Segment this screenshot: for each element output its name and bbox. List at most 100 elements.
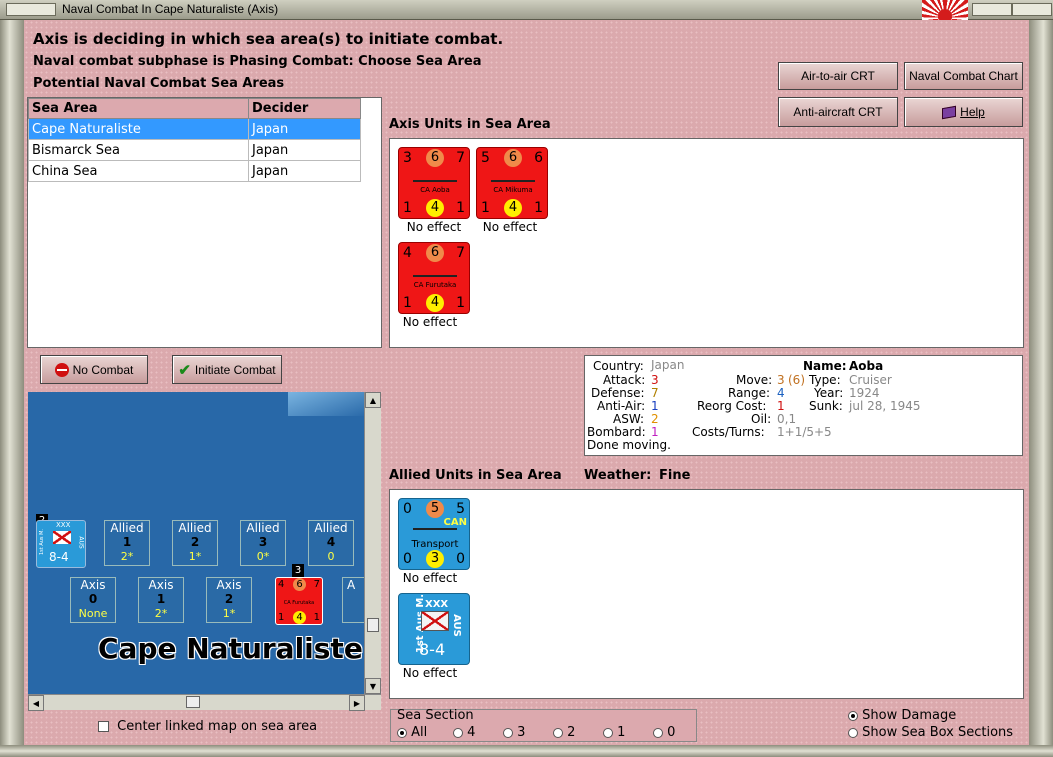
move-label: Move: xyxy=(736,373,773,387)
sea-box-allied-1[interactable]: Allied 1 2* xyxy=(104,520,150,566)
show-damage-option[interactable]: Show Damage xyxy=(848,708,956,723)
infantry-symbol-icon xyxy=(421,611,449,631)
counter-range: 3 xyxy=(426,550,444,568)
section-option-0[interactable]: 0 xyxy=(653,725,693,740)
map-horizontal-scrollbar[interactable]: ◀ ▶ xyxy=(28,694,381,711)
scroll-thumb[interactable] xyxy=(186,696,200,708)
unit-size: XXX xyxy=(425,599,449,610)
book-icon xyxy=(942,105,957,119)
section-option-all[interactable]: All xyxy=(397,725,453,740)
section-option-3[interactable]: 3 xyxy=(503,725,553,740)
minimize-button[interactable] xyxy=(972,3,1012,16)
show-sections-option[interactable]: Show Sea Box Sections xyxy=(848,725,1013,740)
mini-combat-strength: 8-4 xyxy=(49,550,69,564)
unit-counter-mikuma[interactable]: 5 6 6 CA Mikuma 1 4 1 xyxy=(476,147,548,219)
counter-range: 4 xyxy=(504,199,522,217)
sea-box-allied-4[interactable]: Allied 4 0 xyxy=(308,520,354,566)
scroll-up-arrow[interactable]: ▲ xyxy=(365,392,381,408)
sea-section-group: Sea Section All 4 3 2 1 0 xyxy=(390,708,697,742)
allied-units-panel: 0 5 5 CAN Transport 0 3 0 No effect 1st … xyxy=(389,489,1024,699)
checkmark-icon: ✔ xyxy=(178,361,191,379)
cell-area: Cape Naturaliste xyxy=(28,118,249,140)
unit-counter-furutaka[interactable]: 4 6 7 CA Furutaka 1 4 1 xyxy=(398,242,470,314)
cruiser-silhouette-icon xyxy=(413,176,457,182)
initiate-combat-button[interactable]: ✔ Initiate Combat xyxy=(172,355,282,384)
table-row[interactable]: Bismarck Sea Japan xyxy=(28,139,361,161)
unit-result: No effect xyxy=(402,315,458,329)
asw-value: 2 xyxy=(651,412,659,426)
section-option-4[interactable]: 4 xyxy=(453,725,503,740)
frame-bottom xyxy=(0,745,1053,757)
counter-asw: 1 xyxy=(456,200,465,216)
scroll-right-arrow[interactable]: ▶ xyxy=(349,695,365,711)
range-label: Range: xyxy=(728,386,771,400)
sea-area-list: Sea Area Decider Cape Naturaliste Japan Bi… xyxy=(27,97,382,348)
center-link-checkbox[interactable] xyxy=(98,721,109,732)
mini-counter-defense: 7 xyxy=(313,579,320,590)
section-option-2[interactable]: 2 xyxy=(553,725,603,740)
scroll-thumb[interactable] xyxy=(367,618,379,632)
range-value: 4 xyxy=(777,386,785,400)
window-title: Naval Combat In Cape Naturaliste (Axis) xyxy=(62,2,279,16)
cell-decider: Japan xyxy=(248,118,361,140)
air-to-air-crt-button[interactable]: Air-to-air CRT xyxy=(778,62,898,90)
naval-combat-chart-button[interactable]: Naval Combat Chart xyxy=(904,62,1023,90)
sea-box-axis-0[interactable]: Axis 0 None xyxy=(70,577,116,623)
axis-units-heading: Axis Units in Sea Area xyxy=(389,117,551,132)
attack-value: 3 xyxy=(651,373,659,387)
sea-box-allied-2[interactable]: Allied 2 1* xyxy=(172,520,218,566)
sea-area-map[interactable]: 2 XXX 1st Aus M. AUS 8-4 Allied12* Allie… xyxy=(28,392,367,694)
naval-chart-label: Naval Combat Chart xyxy=(909,69,1018,83)
counter-name: CA Furutaka xyxy=(413,281,457,289)
bombard-label: Bombard: xyxy=(587,425,646,439)
counter-defense: 5 xyxy=(456,501,465,517)
mini-corps-name: 1st Aus M. xyxy=(39,528,46,556)
column-sea-area[interactable]: Sea Area xyxy=(28,98,249,119)
unit-counter-aoba[interactable]: 3 6 7 CA Aoba 1 4 1 xyxy=(398,147,470,219)
country-label: Country: xyxy=(593,359,644,373)
unit-info-panel: Country: Japan Name: Aoba Attack: 3 Move… xyxy=(584,355,1023,456)
help-label: Help xyxy=(960,105,985,119)
cell-area: China Sea xyxy=(28,160,249,182)
map-vertical-scrollbar[interactable]: ▲ ▼ xyxy=(364,392,381,694)
system-menu-button[interactable] xyxy=(6,3,56,16)
column-decider[interactable]: Decider xyxy=(248,98,361,119)
no-combat-button[interactable]: No Combat xyxy=(40,355,148,384)
table-row[interactable]: Cape Naturaliste Japan xyxy=(28,118,361,140)
show-damage-radio[interactable] xyxy=(848,710,858,721)
cruiser-silhouette-icon xyxy=(413,271,457,277)
scroll-left-arrow[interactable]: ◀ xyxy=(28,695,44,711)
section-option-1[interactable]: 1 xyxy=(603,725,653,740)
map-axis-stack-counter[interactable]: 4 6 7 CA Furutaka 1 4 1 xyxy=(275,577,323,625)
mini-counter-asw: 1 xyxy=(313,612,320,623)
sea-area-name: Cape Naturaliste xyxy=(98,632,363,665)
help-button[interactable]: Help xyxy=(904,97,1023,127)
counter-attack: 5 xyxy=(481,150,490,166)
counter-name: CA Mikuma xyxy=(493,186,533,194)
sea-box-axis-1[interactable]: Axis 1 2* xyxy=(138,577,184,623)
move-extended-value: (6) xyxy=(788,373,805,387)
map-allied-corps-counter[interactable]: XXX 1st Aus M. AUS 8-4 xyxy=(36,520,86,568)
year-value: 1924 xyxy=(849,386,880,400)
reorg-cost-label: Reorg Cost: xyxy=(697,399,767,413)
weather-value: Fine xyxy=(659,468,691,483)
counter-move: 6 xyxy=(426,244,444,262)
mini-nationality-label: AUS xyxy=(77,536,85,549)
bombard-value: 1 xyxy=(651,425,659,439)
counter-move: 6 xyxy=(426,149,444,167)
nationality-label: AUS xyxy=(451,614,463,637)
close-button[interactable] xyxy=(1012,3,1052,16)
mini-counter-attack: 4 xyxy=(278,579,285,590)
unit-counter-transport[interactable]: 0 5 5 CAN Transport 0 3 0 xyxy=(398,498,470,570)
unit-counter-corps[interactable]: 1st Aus M. XXX AUS 8-4 xyxy=(398,593,470,665)
sea-box-axis-2[interactable]: Axis 2 1* xyxy=(206,577,252,623)
anti-aircraft-crt-button[interactable]: Anti-aircraft CRT xyxy=(778,97,898,127)
show-sections-radio[interactable] xyxy=(848,727,858,738)
move-value: 3 xyxy=(777,373,785,387)
scroll-down-arrow[interactable]: ▼ xyxy=(365,678,381,694)
center-link-option[interactable]: Center linked map on sea area xyxy=(98,719,317,734)
oil-value: 0,1 xyxy=(777,412,797,426)
table-row[interactable]: China Sea Japan xyxy=(28,160,361,182)
sea-box-allied-3[interactable]: Allied 3 0* xyxy=(240,520,286,566)
counter-defense: 7 xyxy=(456,150,465,166)
